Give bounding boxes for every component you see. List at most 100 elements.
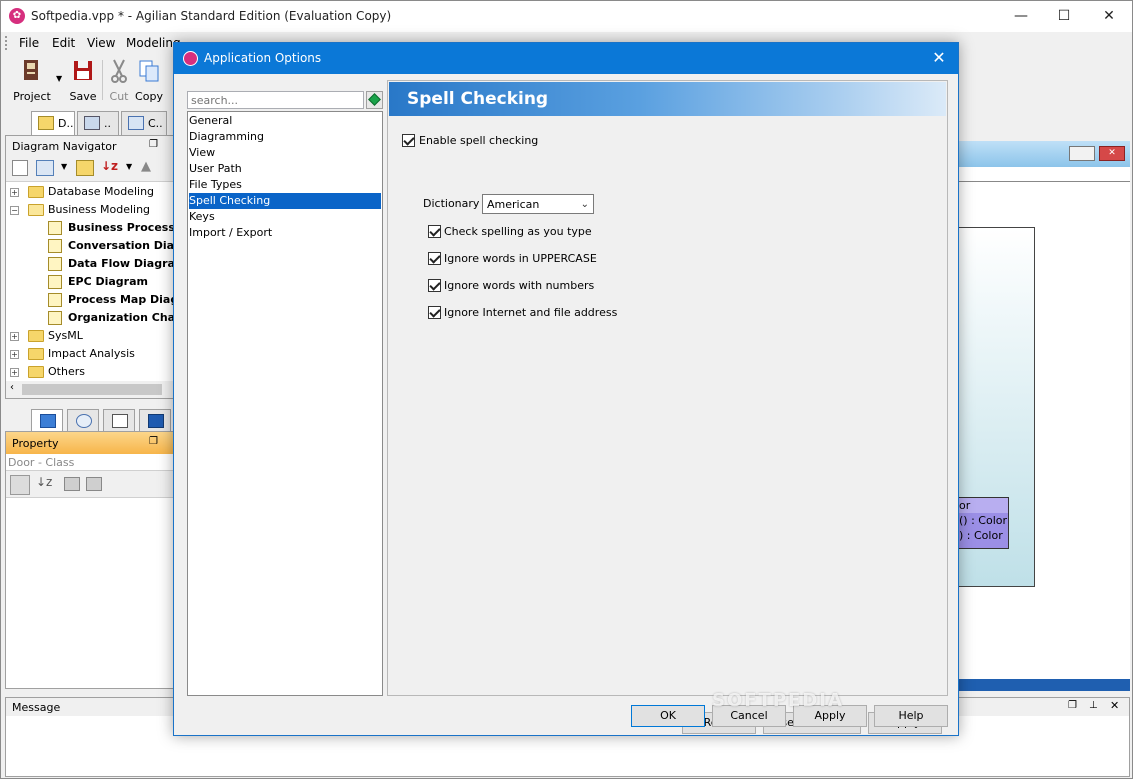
save-button[interactable]: Save — [67, 58, 99, 103]
category-diagramming[interactable]: Diagramming — [189, 129, 381, 145]
diagram-icon — [48, 293, 62, 307]
copy-label: Copy — [135, 90, 163, 103]
collapse-all-icon[interactable] — [86, 477, 102, 491]
search-button[interactable] — [366, 91, 383, 109]
ignore-internet-address-checkbox[interactable] — [428, 306, 441, 319]
cut-button[interactable]: Cut — [106, 58, 132, 103]
category-import-export[interactable]: Import / Export — [189, 225, 381, 241]
check-spelling-as-you-type-checkbox[interactable] — [428, 225, 441, 238]
category-user-path[interactable]: User Path — [189, 161, 381, 177]
tree-item-business-process[interactable]: Business Process Di — [10, 220, 192, 238]
tree-item-impact-analysis[interactable]: + Impact Analysis — [10, 346, 175, 364]
expand-icon[interactable]: + — [10, 350, 19, 359]
menu-view[interactable]: View — [87, 36, 115, 50]
category-spell-checking[interactable]: Spell Checking — [189, 193, 381, 209]
expand-icon[interactable]: + — [10, 188, 19, 197]
sort-icon[interactable]: ↓z — [101, 159, 118, 173]
pin-icon[interactable]: ⊥ — [1089, 700, 1098, 711]
window-title: Softpedia.vpp * - Agilian Standard Editi… — [31, 9, 392, 23]
folder-icon — [28, 330, 44, 342]
dictionary-select[interactable]: American ⌄ — [482, 194, 594, 214]
tab-class-repository[interactable]: C.. — [121, 111, 167, 135]
class-operation: () : Color — [959, 514, 1008, 527]
enable-spell-checking-checkbox[interactable] — [402, 134, 415, 147]
tree-item-epc[interactable]: EPC Diagram — [10, 274, 175, 292]
expand-icon[interactable]: + — [10, 332, 19, 341]
horizontal-scrollbar[interactable]: ‹ — [6, 381, 175, 398]
project-button[interactable]: Project — [11, 58, 53, 103]
tree-item-process-map[interactable]: Process Map Diagra — [10, 292, 191, 310]
tree-label: Data Flow Diagram — [68, 257, 187, 270]
navigate-up-icon[interactable]: ▲ — [141, 159, 151, 174]
close-button[interactable]: ✕ — [1086, 5, 1132, 27]
tab-documentation[interactable] — [103, 409, 135, 433]
diagram-header: ✕ — [959, 141, 1130, 167]
chevron-down-icon: ⌄ — [580, 199, 589, 210]
restore-icon[interactable] — [1069, 146, 1095, 161]
minimize-button[interactable]: — — [998, 5, 1044, 27]
diagram-icon — [48, 221, 62, 235]
application-options-dialog: Application Options ✕ General Diagrammin… — [173, 42, 959, 736]
restore-icon[interactable]: ❐ — [149, 436, 158, 447]
tree-item-data-flow[interactable]: Data Flow Diagram — [10, 256, 186, 274]
restore-icon[interactable]: ❐ — [149, 139, 158, 150]
new-diagram-icon[interactable] — [12, 160, 28, 176]
category-file-types[interactable]: File Types — [189, 177, 381, 193]
open-folder-icon[interactable] — [76, 160, 94, 176]
copy-button[interactable]: Copy — [134, 58, 164, 103]
tab-model-explorer[interactable]: .. — [77, 111, 119, 135]
expand-icon[interactable]: + — [10, 368, 19, 377]
category-keys[interactable]: Keys — [189, 209, 381, 225]
close-icon[interactable]: ✕ — [1110, 699, 1119, 712]
tree-item-conversation[interactable]: Conversation Diagra — [10, 238, 195, 256]
project-dropdown-icon[interactable]: ▼ — [56, 74, 62, 83]
class-shape[interactable]: or () : Color ) : Color — [959, 497, 1009, 549]
ignore-uppercase-label: Ignore words in UPPERCASE — [444, 252, 597, 265]
save-label: Save — [69, 90, 97, 103]
view-options-icon[interactable] — [36, 160, 54, 176]
categorized-icon[interactable] — [10, 475, 30, 495]
tab-diagram-navigator[interactable]: D.. — [31, 111, 75, 135]
dialog-close-button[interactable]: ✕ — [928, 47, 950, 69]
tree-item-others[interactable]: + Others — [10, 364, 175, 382]
menu-edit[interactable]: Edit — [52, 36, 75, 50]
category-view[interactable]: View — [189, 145, 381, 161]
menu-file[interactable]: File — [19, 36, 39, 50]
maximize-button[interactable]: ☐ — [1041, 5, 1087, 27]
property-header: Property ❐ — [6, 432, 175, 454]
tree-label: Organization Chart — [68, 311, 186, 324]
tab-search[interactable] — [67, 409, 99, 433]
expand-all-icon[interactable] — [64, 477, 80, 491]
close-icon[interactable]: ✕ — [1099, 146, 1125, 161]
tree-item-business-modeling[interactable]: − Business Modeling — [10, 202, 175, 220]
restore-icon[interactable]: ❐ — [1068, 700, 1077, 711]
scroll-left-icon[interactable]: ‹ — [10, 382, 14, 393]
category-general[interactable]: General — [189, 113, 381, 129]
sort-dropdown-icon[interactable]: ▼ — [126, 162, 132, 171]
tree-label: Others — [48, 365, 85, 378]
dropdown-arrow-icon[interactable]: ▼ — [61, 162, 67, 171]
ignore-numbers-checkbox[interactable] — [428, 279, 441, 292]
tree-label: EPC Diagram — [68, 275, 148, 288]
tree-item-organization-chart[interactable]: Organization Chart — [10, 310, 186, 328]
collapse-icon[interactable]: − — [10, 206, 19, 215]
ok-button[interactable]: OK — [631, 705, 705, 727]
search-input[interactable] — [187, 91, 364, 109]
help-button[interactable]: Help — [874, 705, 948, 727]
diagram-canvas[interactable]: ✕ or () : Color ) : Color — [959, 141, 1130, 691]
star-icon — [148, 414, 164, 428]
search-gem-icon — [368, 93, 381, 106]
section-title: Spell Checking — [389, 82, 946, 116]
property-subtitle: Door - Class — [8, 456, 75, 469]
tab-property[interactable] — [31, 409, 63, 433]
sort-alpha-icon[interactable]: ↓z — [36, 475, 52, 489]
tab-favorites[interactable] — [139, 409, 171, 433]
scroll-thumb[interactable] — [22, 384, 162, 395]
ignore-uppercase-checkbox[interactable] — [428, 252, 441, 265]
tree-item-database-modeling[interactable]: + Database Modeling — [10, 184, 175, 202]
dictionary-label: Dictionary : — [423, 197, 487, 210]
tree-label: SysML — [48, 329, 83, 342]
model-explorer-icon — [84, 116, 100, 130]
tree-item-sysml[interactable]: + SysML — [10, 328, 175, 346]
project-label: Project — [13, 90, 51, 103]
